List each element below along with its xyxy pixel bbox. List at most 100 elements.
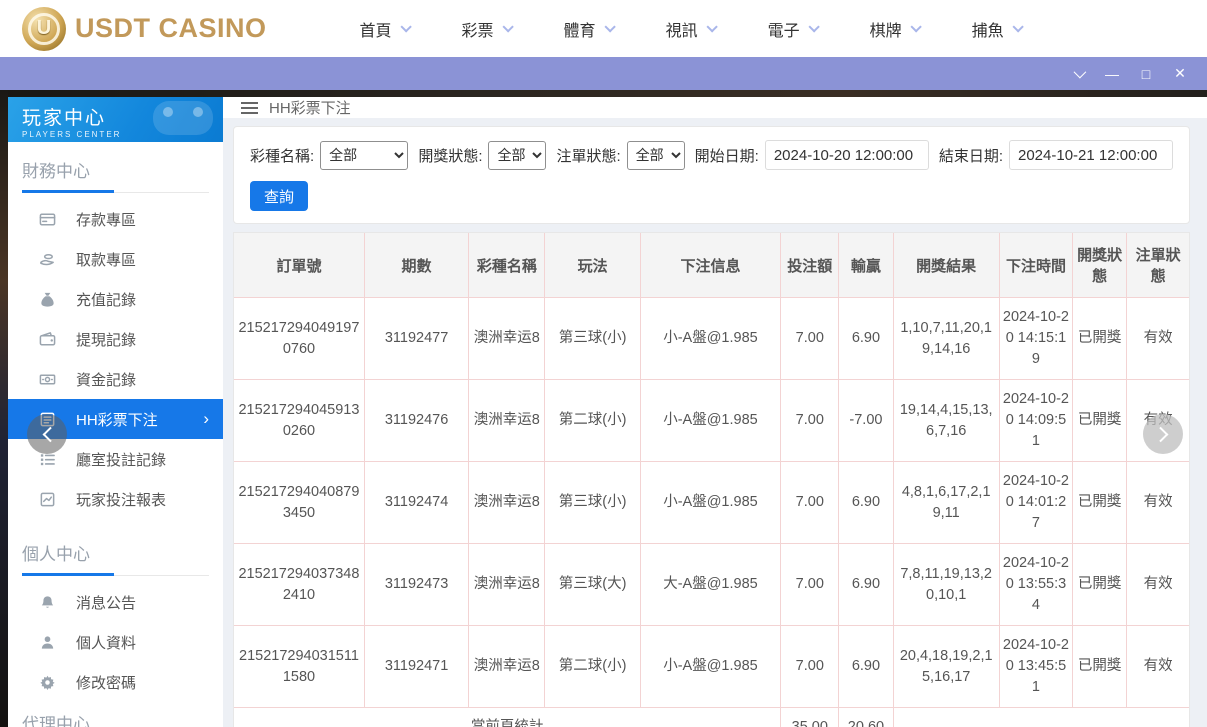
col-winloss: 輸贏	[839, 233, 893, 298]
sidebar-item-withdraw[interactable]: 取款專區	[8, 239, 223, 279]
chevron-down-icon	[808, 21, 819, 32]
sidebar-item-funds-records[interactable]: 資金記錄	[8, 359, 223, 399]
window-collapse-icon[interactable]	[1061, 57, 1095, 90]
bank-card-icon	[38, 210, 56, 228]
section-finance-center: 財務中心	[8, 142, 223, 193]
chevron-right-icon: ›	[203, 409, 209, 429]
table-row: 215217294049197076031192477澳洲幸运8第三球(小)小-…	[234, 298, 1189, 380]
draw-status-select[interactable]: 全部	[488, 141, 546, 170]
sidebar-item-announcements[interactable]: 消息公告	[8, 582, 223, 622]
report-chart-icon	[38, 490, 56, 508]
table-row: 215217294037348241031192473澳洲幸运8第三球(大)大-…	[234, 544, 1189, 626]
col-order-no: 訂單號	[234, 233, 364, 298]
order-status-select[interactable]: 全部	[627, 141, 685, 170]
start-date-input[interactable]	[765, 140, 929, 170]
summary-label: 當前頁統計	[234, 708, 781, 727]
section-personal-center: 個人中心	[8, 525, 223, 576]
window-minimize-icon[interactable]: —	[1095, 57, 1129, 90]
players-center-banner: 玩家中心 PLAYERS CENTER	[8, 97, 223, 142]
col-period: 期數	[364, 233, 468, 298]
col-bet-time: 下注時間	[999, 233, 1072, 298]
chevron-down-icon	[910, 21, 921, 32]
brand-logo[interactable]: U USDT CASINO	[22, 7, 267, 51]
person-icon	[38, 633, 56, 651]
col-bet-amount: 投注額	[781, 233, 839, 298]
filter-row: 彩種名稱: 全部 開獎狀態: 全部 注單狀態: 全部 開始日期: 結束日期:	[250, 140, 1173, 170]
brand-name: USDT CASINO	[75, 13, 267, 44]
sidebar-item-player-bet-report[interactable]: 玩家投注報表	[8, 479, 223, 519]
sidebar-item-profile[interactable]: 個人資料	[8, 622, 223, 662]
window-titlebar: — □ ✕	[0, 57, 1207, 90]
player-center-window: 玩家中心 PLAYERS CENTER 財務中心 存款專區 取款專區 充值記錄 …	[8, 97, 1207, 727]
sidebar-item-recharge-records[interactable]: 充值記錄	[8, 279, 223, 319]
scroll-left-button[interactable]	[27, 414, 67, 454]
nav-live[interactable]: 視訊	[666, 17, 714, 41]
summary-bet-total: 35.00	[781, 708, 839, 727]
wallet-icon	[38, 330, 56, 348]
background-strip-left	[0, 90, 8, 727]
usdt-ball-logo-icon: U	[22, 7, 66, 51]
table-row: 215217294045913026031192476澳洲幸运8第二球(小)小-…	[234, 380, 1189, 462]
table-header-row: 訂單號 期數 彩種名稱 玩法 下注信息 投注額 輸贏 開獎結果 下注時間 開獎狀…	[234, 233, 1189, 298]
background-strip-top	[0, 90, 1207, 97]
finance-menu: 存款專區 取款專區 充值記錄 提現記錄 資金記錄 HH彩票下注 ›	[8, 193, 223, 525]
draw-status-label: 開獎狀態:	[418, 145, 482, 166]
lottery-name-label: 彩種名稱:	[250, 145, 314, 166]
chevron-down-icon	[604, 21, 615, 32]
nav-slots[interactable]: 電子	[768, 17, 816, 41]
col-draw-status: 開獎狀態	[1073, 233, 1127, 298]
end-date-label: 結束日期:	[939, 145, 1003, 166]
nav-lottery[interactable]: 彩票	[462, 17, 510, 41]
sidebar-item-deposit[interactable]: 存款專區	[8, 199, 223, 239]
gear-icon	[38, 673, 56, 691]
col-lottery-name: 彩種名稱	[469, 233, 545, 298]
window-close-icon[interactable]: ✕	[1163, 57, 1197, 90]
bell-icon	[38, 593, 56, 611]
chevron-down-icon	[1012, 21, 1023, 32]
sidebar: 玩家中心 PLAYERS CENTER 財務中心 存款專區 取款專區 充值記錄 …	[8, 97, 223, 727]
personal-menu: 消息公告 個人資料 修改密碼	[8, 576, 223, 708]
summary-winloss-total: 20.60	[839, 708, 893, 727]
chevron-down-icon	[400, 21, 411, 32]
col-bet-info: 下注信息	[640, 233, 780, 298]
section-divider	[22, 192, 209, 193]
top-navbar: U USDT CASINO 首頁 彩票 體育 視訊 電子 棋牌 捕魚	[0, 0, 1207, 57]
order-status-label: 注單狀態:	[556, 145, 620, 166]
breadcrumb: HH彩票下注	[223, 97, 1207, 118]
hand-coin-icon	[38, 250, 56, 268]
sidebar-item-withdrawal-records[interactable]: 提現記錄	[8, 319, 223, 359]
nav-sports[interactable]: 體育	[564, 17, 612, 41]
chevron-down-icon	[706, 21, 717, 32]
filter-panel: 彩種名稱: 全部 開獎狀態: 全部 注單狀態: 全部 開始日期: 結束日期: 查…	[233, 126, 1190, 224]
sidebar-item-change-password[interactable]: 修改密碼	[8, 662, 223, 702]
cash-icon	[38, 370, 56, 388]
bets-table-card: 訂單號 期數 彩種名稱 玩法 下注信息 投注額 輸贏 開獎結果 下注時間 開獎狀…	[233, 232, 1190, 727]
nav-home[interactable]: 首頁	[360, 17, 408, 41]
nav-cards[interactable]: 棋牌	[870, 17, 918, 41]
scroll-right-button[interactable]	[1143, 414, 1183, 454]
chevron-down-icon	[502, 21, 513, 32]
table-row: 215217294031511158031192471澳洲幸运8第二球(小)小-…	[234, 626, 1189, 708]
col-play-type: 玩法	[545, 233, 640, 298]
page-title: HH彩票下注	[269, 97, 351, 118]
sidebar-subtitle: PLAYERS CENTER	[22, 130, 223, 139]
menu-icon[interactable]	[241, 102, 258, 114]
col-order-status: 注單狀態	[1127, 233, 1189, 298]
bets-table: 訂單號 期數 彩種名稱 玩法 下注信息 投注額 輸贏 開獎結果 下注時間 開獎狀…	[234, 233, 1189, 727]
current-page-summary-row: 當前頁統計 35.00 20.60	[234, 708, 1189, 727]
chevron-right-icon	[1152, 426, 1168, 442]
table-row: 215217294040879345031192474澳洲幸运8第三球(小)小-…	[234, 462, 1189, 544]
section-divider	[22, 575, 209, 576]
lottery-name-select[interactable]: 全部	[320, 141, 408, 170]
nav-fishing[interactable]: 捕魚	[972, 17, 1020, 41]
start-date-label: 開始日期:	[695, 145, 759, 166]
query-button[interactable]: 查詢	[250, 181, 308, 211]
content-area: 彩種名稱: 全部 開獎狀態: 全部 注單狀態: 全部 開始日期: 結束日期: 查…	[223, 118, 1207, 727]
chevron-left-icon	[42, 426, 58, 442]
end-date-input[interactable]	[1009, 140, 1173, 170]
main-content: HH彩票下注 彩種名稱: 全部 開獎狀態: 全部 注單狀態: 全部 開始日期: …	[223, 97, 1207, 727]
money-bag-icon	[38, 290, 56, 308]
section-agent-center: 代理中心	[8, 708, 223, 727]
window-maximize-icon[interactable]: □	[1129, 57, 1163, 90]
col-draw-result: 開獎結果	[893, 233, 999, 298]
